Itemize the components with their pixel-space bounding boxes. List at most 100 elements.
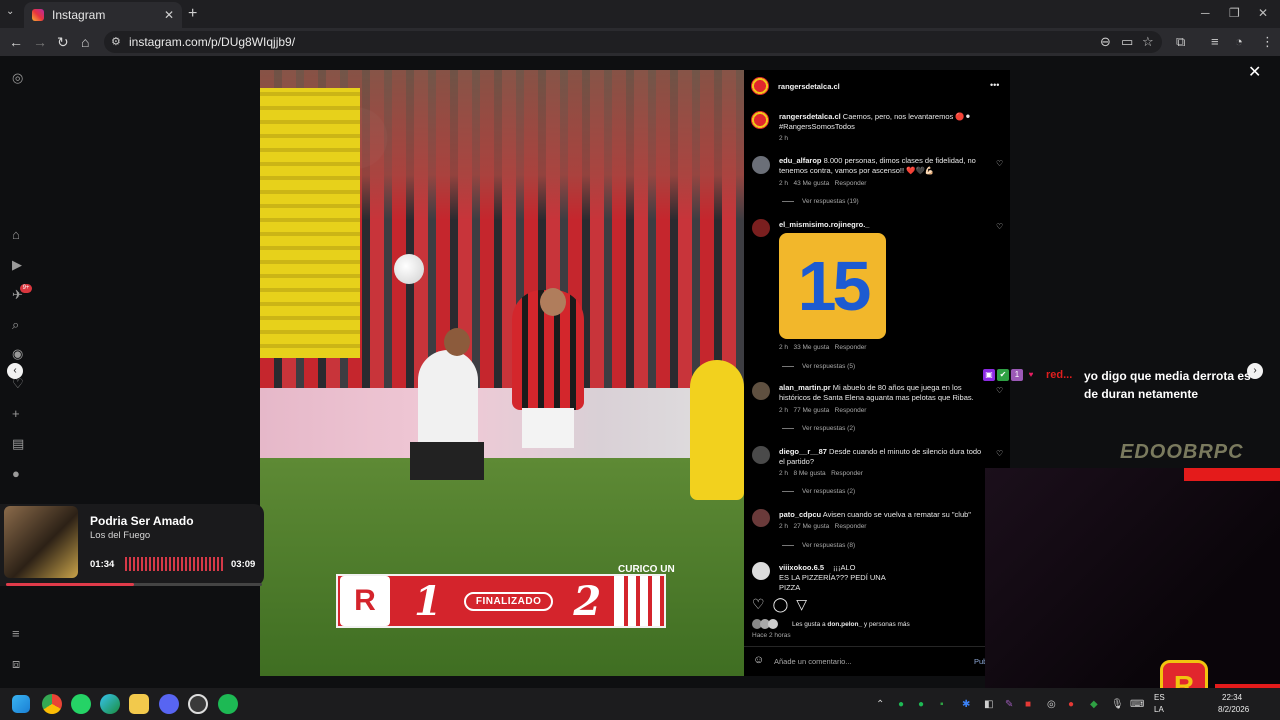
- like-comment-heart-icon[interactable]: ♡: [996, 449, 1003, 458]
- site-info-icon[interactable]: ⚙: [111, 35, 121, 48]
- windows-start-icon[interactable]: [12, 695, 30, 713]
- clock-date[interactable]: 8/2/2026: [1218, 705, 1249, 714]
- tray-app-icon[interactable]: ◧: [984, 699, 993, 710]
- tray-bluetooth-icon[interactable]: ✱: [962, 699, 970, 710]
- tray-app-icon[interactable]: ■: [1025, 699, 1031, 710]
- language-region[interactable]: LA: [1154, 705, 1164, 714]
- close-post-icon[interactable]: ✕: [1248, 62, 1261, 82]
- obs-icon[interactable]: [188, 694, 208, 714]
- tray-app-icon[interactable]: ◎: [1047, 699, 1056, 710]
- liked-by-user[interactable]: don.pelon_: [827, 621, 862, 628]
- more-menu-icon[interactable]: ≡: [12, 626, 20, 641]
- caption-hashtag[interactable]: #RangersSomosTodos: [779, 122, 855, 131]
- new-tab-button[interactable]: +: [188, 5, 197, 23]
- url-text[interactable]: instagram.com/p/DUg8WIqjjb9/: [129, 35, 295, 49]
- profile-avatar-icon[interactable]: ●: [12, 466, 20, 481]
- keyboard-icon[interactable]: ⌨: [1130, 699, 1144, 710]
- tray-overflow-icon[interactable]: ⌃: [876, 699, 884, 710]
- more-options-icon[interactable]: •••: [990, 80, 999, 90]
- search-nav-icon[interactable]: ⌕: [12, 317, 19, 333]
- bookmark-star-icon[interactable]: ☆: [1142, 34, 1154, 50]
- dashboard-icon[interactable]: ▤: [12, 436, 24, 452]
- comment-user[interactable]: diego__r__87: [779, 447, 827, 456]
- view-replies-button[interactable]: Ver respuestas (2): [782, 425, 855, 432]
- create-plus-icon[interactable]: +: [12, 406, 20, 421]
- tab-instagram[interactable]: Instagram ✕: [24, 2, 182, 28]
- whatsapp-icon[interactable]: [71, 694, 91, 714]
- account-avatar[interactable]: [751, 77, 769, 95]
- cast-icon[interactable]: ▭: [1121, 34, 1133, 50]
- language-code[interactable]: ES: [1154, 693, 1165, 702]
- reading-list-icon[interactable]: ≡: [1211, 34, 1219, 49]
- edge-icon[interactable]: [100, 694, 120, 714]
- comment-user[interactable]: edu_alfarop: [779, 156, 822, 165]
- comment-user[interactable]: alan_martin.pr: [779, 383, 831, 392]
- comment-likes[interactable]: 33 Me gusta: [793, 344, 829, 351]
- comment-user[interactable]: pato_cdpcu: [779, 510, 821, 519]
- menu-kebab-icon[interactable]: ⋮: [1261, 34, 1274, 50]
- comment-likes[interactable]: 43 Me gusta: [793, 180, 829, 187]
- forward-icon[interactable]: →: [33, 34, 47, 50]
- profile-icon[interactable]: ◔: [1235, 34, 1243, 49]
- tray-app-icon[interactable]: ●: [898, 699, 904, 710]
- account-name[interactable]: rangersdetalca.cl: [778, 82, 840, 91]
- view-replies-button[interactable]: Ver respuestas (19): [782, 198, 859, 205]
- comment-avatar[interactable]: [752, 446, 770, 464]
- reels-nav-icon[interactable]: ▶: [12, 257, 22, 273]
- microphone-icon[interactable]: 🎙: [1111, 699, 1124, 710]
- tab-search-icon[interactable]: ⌄: [6, 6, 14, 17]
- restore-icon[interactable]: ❐: [1229, 6, 1240, 20]
- tray-nvidia-icon[interactable]: ▪: [940, 699, 944, 710]
- comment-avatar[interactable]: [752, 509, 770, 527]
- discord-icon[interactable]: [159, 694, 179, 714]
- explore-nav-icon[interactable]: ◉: [12, 346, 23, 362]
- comment-likes[interactable]: 27 Me gusta: [793, 523, 829, 530]
- comment-user[interactable]: el_mismisimo.rojinegro._: [779, 220, 869, 229]
- file-explorer-icon[interactable]: [129, 694, 149, 714]
- chrome-icon[interactable]: [42, 694, 62, 714]
- share-send-icon[interactable]: ▽: [796, 596, 807, 613]
- comment-avatar[interactable]: [752, 382, 770, 400]
- extensions-icon[interactable]: ⧉: [1176, 34, 1185, 50]
- like-comment-heart-icon[interactable]: ♡: [996, 386, 1003, 395]
- reply-button[interactable]: Responder: [835, 344, 867, 351]
- view-replies-button[interactable]: Ver respuestas (5): [782, 363, 855, 370]
- comment-avatar[interactable]: [752, 156, 770, 174]
- comment-input[interactable]: Añade un comentario...: [774, 657, 852, 666]
- reply-button[interactable]: Responder: [835, 407, 867, 414]
- tray-app-icon[interactable]: ◆: [1090, 699, 1098, 710]
- back-icon[interactable]: ←: [9, 34, 23, 50]
- close-tab-icon[interactable]: ✕: [164, 8, 174, 22]
- close-window-icon[interactable]: ✕: [1258, 6, 1268, 20]
- comment-bubble-icon[interactable]: ◯: [773, 596, 789, 613]
- tray-spotify-icon[interactable]: ●: [918, 699, 924, 710]
- like-heart-icon[interactable]: ♡: [752, 596, 765, 613]
- previous-post-icon[interactable]: ‹: [7, 363, 23, 379]
- emoji-icon[interactable]: ☺: [753, 654, 764, 666]
- spotify-icon[interactable]: [218, 694, 238, 714]
- like-comment-heart-icon[interactable]: ♡: [996, 222, 1003, 231]
- tray-app-icon[interactable]: ●: [1068, 699, 1074, 710]
- comment-likes[interactable]: 8 Me gusta: [793, 470, 825, 477]
- liked-by-rest[interactable]: y personas más: [862, 621, 910, 628]
- zoom-icon[interactable]: ⊖: [1100, 34, 1111, 50]
- caption-avatar[interactable]: [751, 111, 769, 129]
- home-nav-icon[interactable]: ⌂: [12, 227, 20, 242]
- clock-time[interactable]: 22:34: [1222, 693, 1242, 702]
- view-replies-button[interactable]: Ver respuestas (2): [782, 488, 855, 495]
- also-from-meta-icon[interactable]: ⧈: [12, 656, 20, 672]
- comment-avatar[interactable]: [752, 562, 770, 580]
- reply-button[interactable]: Responder: [835, 180, 867, 187]
- comment-likes[interactable]: 77 Me gusta: [793, 407, 829, 414]
- reload-icon[interactable]: ↻: [57, 34, 69, 51]
- minimize-icon[interactable]: ─: [1201, 6, 1210, 20]
- like-comment-heart-icon[interactable]: ♡: [996, 159, 1003, 168]
- reply-button[interactable]: Responder: [835, 523, 867, 530]
- reply-button[interactable]: Responder: [831, 470, 863, 477]
- tray-app-icon[interactable]: ✎: [1005, 699, 1013, 710]
- view-replies-button[interactable]: Ver respuestas (8): [782, 542, 855, 549]
- instagram-logo-icon[interactable]: ◎: [12, 70, 23, 86]
- comment-avatar[interactable]: [752, 219, 770, 237]
- home-icon[interactable]: ⌂: [81, 34, 89, 50]
- caption-user[interactable]: rangersdetalca.cl: [779, 112, 841, 121]
